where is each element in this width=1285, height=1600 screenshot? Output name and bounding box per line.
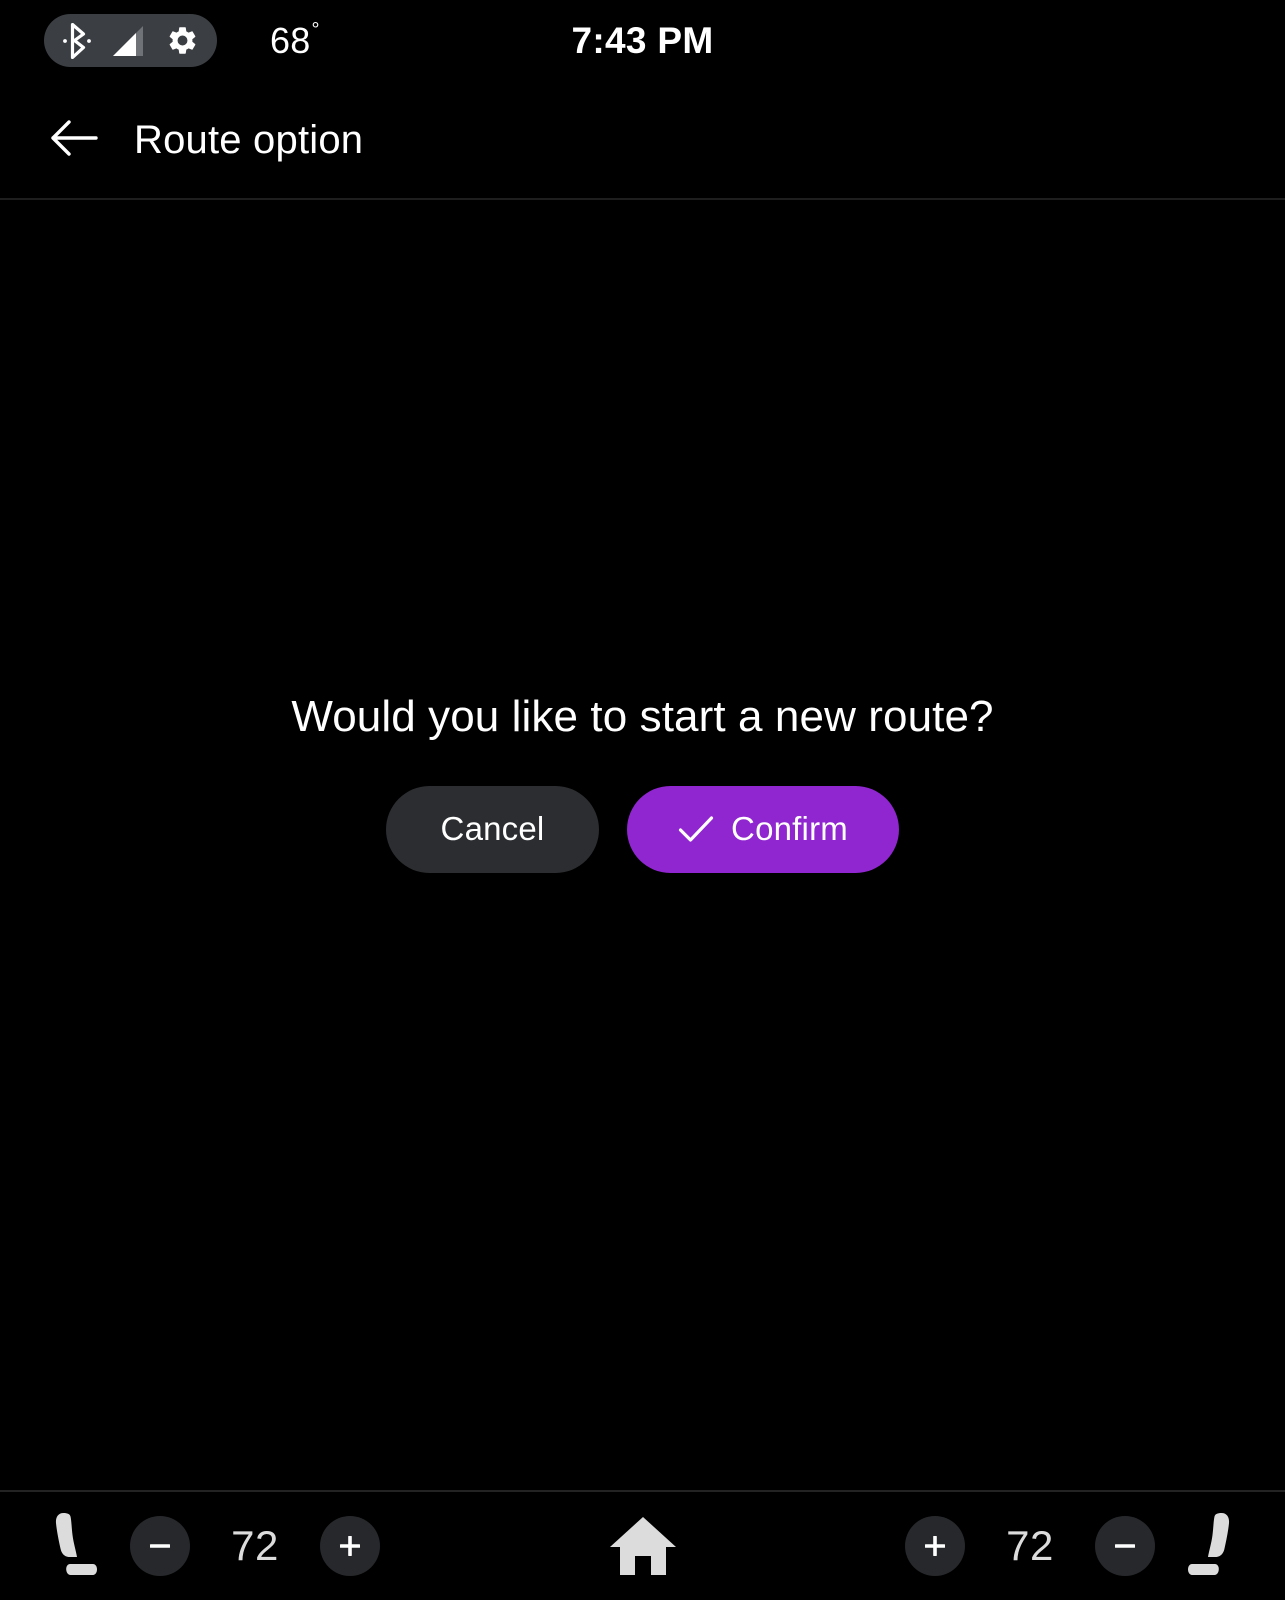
plus-icon <box>920 1531 950 1561</box>
passenger-temp-decrease-button[interactable] <box>1095 1516 1155 1576</box>
cancel-button-label: Cancel <box>440 810 545 848</box>
home-button[interactable] <box>601 1504 685 1588</box>
car-screen: 68 ° 7:43 PM Route option Would you like … <box>0 0 1285 1600</box>
seat-heater-right-icon[interactable] <box>1181 1507 1247 1585</box>
minus-icon <box>1110 1531 1140 1561</box>
driver-temp-decrease-button[interactable] <box>130 1516 190 1576</box>
driver-temperature-value: 72 <box>231 1522 279 1569</box>
passenger-temperature-value: 72 <box>1006 1522 1054 1569</box>
main-content: Would you like to start a new route? Can… <box>0 200 1285 1490</box>
climate-control-bar: 72 72 <box>0 1490 1285 1600</box>
confirm-button-label: Confirm <box>731 810 848 848</box>
driver-temp-increase-button[interactable] <box>320 1516 380 1576</box>
check-icon <box>678 815 714 843</box>
status-bar-clock: 7:43 PM <box>571 19 714 61</box>
confirm-button[interactable]: Confirm <box>627 785 899 873</box>
cancel-button[interactable]: Cancel <box>386 785 599 873</box>
minus-icon <box>145 1531 175 1561</box>
driver-climate-controls: 72 <box>0 1507 380 1585</box>
passenger-temp-increase-button[interactable] <box>905 1516 965 1576</box>
route-confirmation-dialog: Would you like to start a new route? Can… <box>0 692 1285 873</box>
back-arrow-icon <box>50 118 98 163</box>
dialog-actions: Cancel Confirm <box>386 785 899 873</box>
page-title: Route option <box>134 117 364 162</box>
dialog-message: Would you like to start a new route? <box>291 692 994 741</box>
passenger-climate-controls: 72 <box>905 1507 1285 1585</box>
home-icon <box>608 1514 678 1578</box>
app-header: Route option <box>0 82 1285 200</box>
plus-icon <box>335 1531 365 1561</box>
seat-heater-left-icon[interactable] <box>38 1507 104 1585</box>
back-button[interactable] <box>46 112 102 168</box>
status-bar: 68 ° 7:43 PM <box>0 0 1285 82</box>
